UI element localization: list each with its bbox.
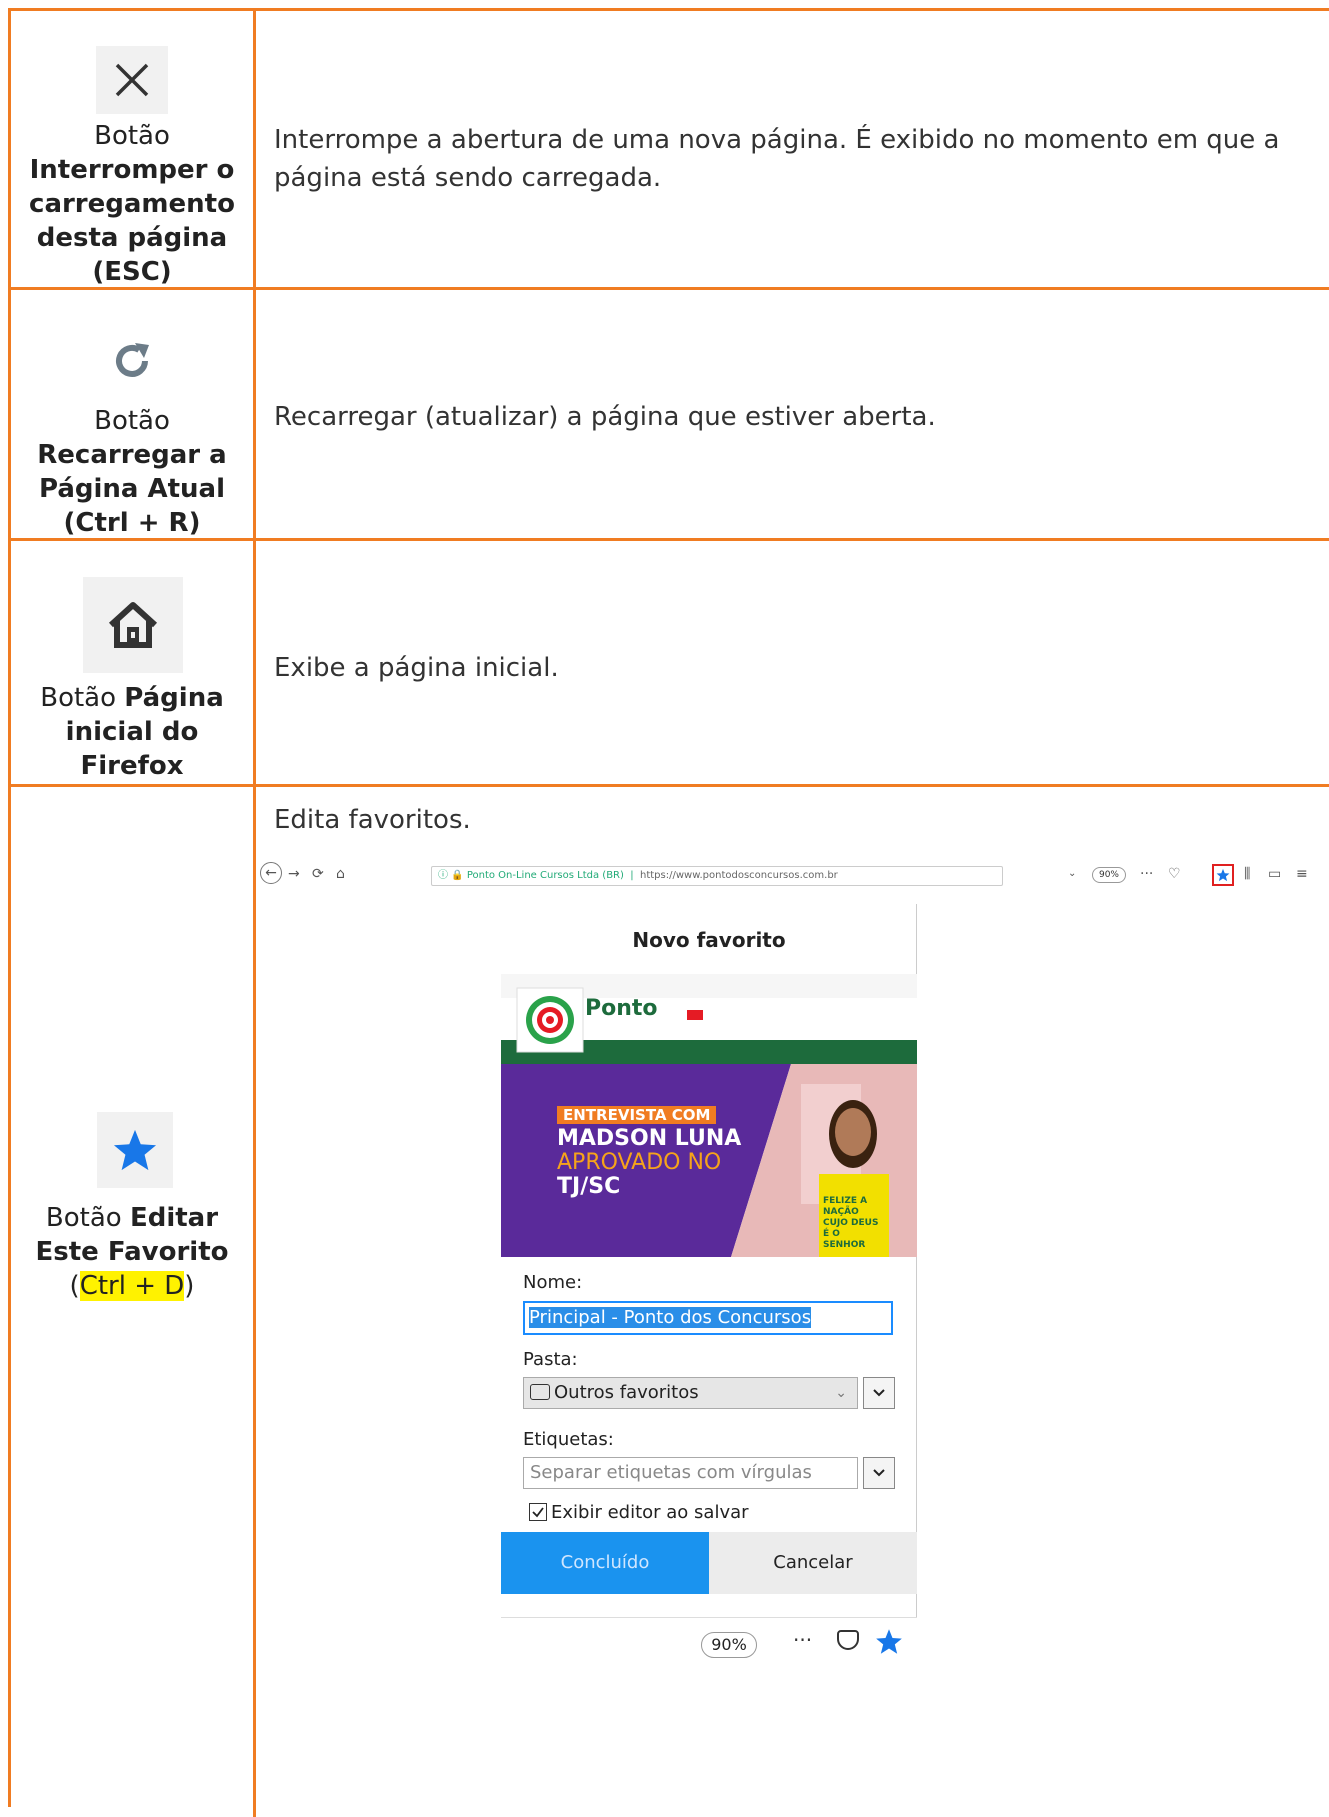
page-preview: Ponto ENTREVISTA COM MADSON LUNA APROVAD… (501, 974, 917, 1257)
library-icon[interactable]: ⫼ (1244, 866, 1250, 882)
star-icon (1216, 868, 1230, 882)
bookmark-star-button[interactable] (1212, 864, 1234, 886)
description-text: Interrompe a abertura de uma nova página… (274, 125, 1280, 193)
menu-icon[interactable]: ≡ (1296, 866, 1308, 882)
name-field[interactable]: Principal - Ponto dos Concursos (523, 1301, 893, 1335)
zoom-indicator[interactable]: 90% (701, 1632, 757, 1658)
chevron-down-icon[interactable]: ⌄ (1068, 868, 1076, 879)
table-row: Botão Interromper o carregamento desta p… (11, 11, 1329, 290)
star-icon (97, 1112, 173, 1188)
button-cell: Botão Página inicial do Firefox (11, 541, 253, 784)
button-label: Botão Interromper o carregamento desta p… (29, 121, 235, 287)
chevron-down-icon (873, 1389, 885, 1397)
tags-dropdown-button[interactable] (863, 1457, 895, 1489)
more-icon[interactable]: ··· (1140, 866, 1153, 882)
pocket-icon[interactable]: ♡ (1168, 866, 1181, 882)
browser-toolbar-zoomed: 90% ··· (501, 1617, 917, 1669)
folder-label: Pasta: (523, 1349, 578, 1370)
description-cell: Exibe a página inicial. (256, 541, 1329, 784)
description-text: Exibe a página inicial. (274, 653, 559, 683)
reload-icon (103, 335, 163, 391)
table-row: Botão Página inicial do Firefox Exibe a … (11, 541, 1329, 787)
home-icon[interactable]: ⌂ (336, 866, 345, 882)
shortcut-table: Botão Interromper o carregamento desta p… (8, 8, 1329, 1817)
folder-select[interactable]: Outros favoritos ⌄ (523, 1377, 858, 1409)
button-cell: Botão Editar Este Favorito (Ctrl + D) (11, 787, 253, 1817)
sidebar-icon[interactable]: ▭ (1268, 866, 1281, 882)
browser-toolbar: ← → ⟳ ⌂ ⓘ 🔒 Ponto On-Line Cursos Ltda (B… (256, 858, 1329, 894)
description-cell: Interrompe a abertura de uma nova página… (256, 11, 1329, 287)
button-label: Botão Recarregar a Página Atual (Ctrl + … (37, 406, 227, 538)
new-bookmark-popup: Novo favorito Ponto ENTREVISTA COM MADSO… (501, 904, 917, 1617)
site-logo: Ponto (585, 996, 658, 1021)
done-button[interactable]: Concluído (501, 1532, 709, 1594)
shirt-text: FELIZE A NAÇÃO CUJO DEUS É O SENHOR (823, 1196, 879, 1250)
chevron-down-icon: ⌄ (835, 1385, 847, 1401)
description-cell: Recarregar (atualizar) a página que esti… (256, 290, 1329, 538)
button-label: Botão Página inicial do Firefox (40, 683, 224, 781)
chevron-down-icon (873, 1469, 885, 1477)
cancel-button[interactable]: Cancelar (709, 1532, 917, 1594)
folder-icon (530, 1384, 550, 1400)
folder-dropdown-button[interactable] (863, 1377, 895, 1409)
zoom-indicator[interactable]: 90% (1092, 867, 1126, 883)
tags-input[interactable]: Separar etiquetas com vírgulas (523, 1457, 858, 1489)
close-icon (96, 46, 168, 114)
shortcut-highlight: Ctrl + D (79, 1271, 185, 1301)
reload-icon[interactable]: ⟳ (312, 866, 324, 882)
description-cell: Edita favoritos. ← → ⟳ ⌂ ⓘ 🔒 Ponto On-Li… (256, 787, 1329, 1817)
banner-line: ENTREVISTA COM (557, 1106, 717, 1124)
pocket-icon[interactable] (837, 1630, 859, 1650)
description-text: Edita favoritos. (274, 805, 471, 835)
star-icon (876, 1629, 902, 1654)
banner-line: APROVADO NO (557, 1150, 722, 1175)
table-row: Botão Recarregar a Página Atual (Ctrl + … (11, 290, 1329, 541)
description-text: Recarregar (atualizar) a página que esti… (274, 402, 936, 432)
home-icon (83, 577, 183, 673)
more-icon[interactable]: ··· (793, 1628, 812, 1652)
button-label: Botão Editar Este Favorito (Ctrl + D) (35, 1203, 229, 1301)
button-cell: Botão Interromper o carregamento desta p… (11, 11, 253, 287)
button-cell: Botão Recarregar a Página Atual (Ctrl + … (11, 290, 253, 538)
forward-icon[interactable]: → (288, 866, 300, 882)
checkbox-checked-icon[interactable] (529, 1503, 547, 1521)
banner-line: MADSON LUNA (557, 1126, 742, 1151)
back-icon[interactable]: ← (260, 862, 282, 884)
table-row: Botão Editar Este Favorito (Ctrl + D) Ed… (11, 787, 1329, 1817)
popup-title: Novo favorito (632, 928, 786, 952)
bookmark-star-button[interactable] (875, 1628, 903, 1659)
banner-line: TJ/SC (557, 1174, 621, 1199)
tags-label: Etiquetas: (523, 1429, 614, 1450)
name-label: Nome: (523, 1272, 583, 1293)
url-bar[interactable]: ⓘ 🔒 Ponto On-Line Cursos Ltda (BR) | htt… (431, 866, 1003, 886)
show-editor-checkbox[interactable]: Exibir editor ao salvar (529, 1502, 749, 1523)
